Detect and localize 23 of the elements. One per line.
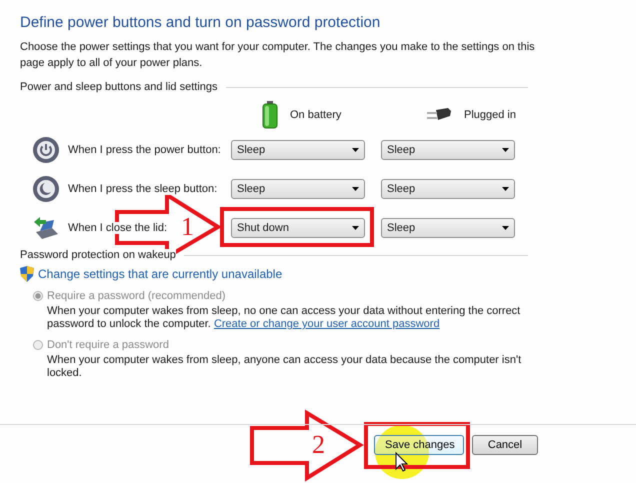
dropdown[interactable]: Shut down [231, 218, 365, 238]
section-heading: Power and sleep buttons and lid settings [20, 81, 218, 93]
radio-label: Don't require a password [47, 339, 169, 351]
cancel-button[interactable]: Cancel [472, 435, 538, 455]
section-heading: Password protection on wakeup [20, 249, 176, 261]
setting-label: When I press the power button: [68, 144, 221, 156]
step-number: 2 [312, 432, 325, 458]
page-description: Choose the power settings that you want for your computer. The changes you make to the settings on this page apply to all of your power plans. [20, 40, 536, 71]
option-description: When your computer wakes from sleep, no one can access your data without entering the correct password to unlock the computer. Create or change your user account password [47, 305, 522, 331]
option-description: When your computer wakes from sleep, anyone can access your data because the computer isn't locked. [47, 354, 522, 380]
dropdown[interactable]: Sleep [231, 140, 365, 160]
radio-label: Require a password (recommended) [47, 290, 226, 302]
dropdown[interactable]: Sleep [381, 218, 515, 238]
column-heading: Plugged in [464, 109, 516, 121]
change-settings-link[interactable]: Change settings that are currently unavailable [38, 267, 282, 281]
dropdown[interactable]: Sleep [231, 178, 365, 198]
setting-label: When I press the sleep button: [68, 182, 218, 194]
setting-label: When I close the lid: [68, 222, 168, 234]
dropdown[interactable]: Sleep [381, 178, 515, 198]
column-heading: On battery [290, 109, 342, 121]
step-number: 1 [181, 214, 194, 240]
dropdown[interactable]: Sleep [381, 140, 515, 160]
page-title: Define power buttons and turn on password protection [20, 14, 382, 33]
